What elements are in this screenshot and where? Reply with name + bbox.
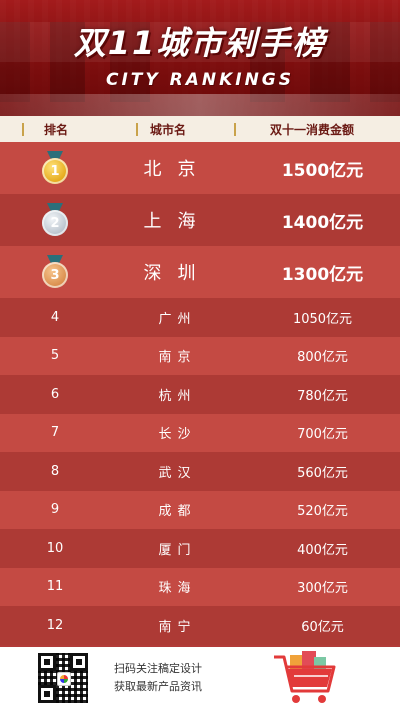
rank-cell: 12 xyxy=(46,617,64,633)
rank-cell: 9 xyxy=(50,502,60,518)
amount-cell: 400亿元 xyxy=(297,542,348,558)
city-cell: 珠海 xyxy=(158,581,197,597)
amount-cell: 60亿元 xyxy=(301,619,344,635)
amount-cell: 780亿元 xyxy=(297,388,348,404)
ranking-page: 双11城市剁手榜 CITY RANKINGS 排名 城市名 双十一消费金额 1 … xyxy=(0,0,400,711)
silver-medal-icon: 2 xyxy=(40,203,70,237)
rank-cell: 5 xyxy=(50,348,60,364)
column-amount: 双十一消费金额 xyxy=(224,121,400,138)
city-cell: 北京 xyxy=(143,159,212,180)
amount-cell: 800亿元 xyxy=(297,350,348,366)
bronze-medal-icon: 3 xyxy=(40,255,70,289)
rank-cell: 4 xyxy=(50,309,60,325)
footer-line-2: 获取最新产品资讯 xyxy=(114,680,202,693)
rank-cell: 8 xyxy=(50,463,60,479)
hero-banner: 双11城市剁手榜 CITY RANKINGS xyxy=(0,0,400,116)
table-row: 4 广州 1050亿元 xyxy=(0,298,400,337)
column-city: 城市名 xyxy=(112,121,224,138)
table-row: 2 上海 1400亿元 xyxy=(0,194,400,246)
amount-cell: 1500亿元 xyxy=(281,160,364,181)
city-cell: 深圳 xyxy=(143,263,212,284)
rank-cell: 6 xyxy=(50,386,60,402)
page-title: 双11城市剁手榜 xyxy=(73,24,327,62)
gold-medal-icon: 1 xyxy=(40,151,70,185)
rank-cell: 2 xyxy=(0,203,110,237)
city-cell: 上海 xyxy=(143,211,212,232)
table-header: 排名 城市名 双十一消费金额 xyxy=(0,116,400,142)
city-cell: 南京 xyxy=(158,350,197,366)
table-row: 5 南京 800亿元 xyxy=(0,336,400,375)
footer: 扫码关注稿定设计 获取最新产品资讯 xyxy=(0,647,400,711)
column-rank: 排名 xyxy=(0,121,112,138)
table-row: 12 南宁 60亿元 xyxy=(0,606,400,645)
amount-cell: 1300亿元 xyxy=(281,264,364,285)
city-cell: 成都 xyxy=(158,504,197,520)
footer-line-1: 扫码关注稿定设计 xyxy=(114,662,202,675)
rank-cell: 1 xyxy=(0,151,110,185)
table-row: 10 厦门 400亿元 xyxy=(0,529,400,568)
page-subtitle: CITY RANKINGS xyxy=(105,70,295,90)
city-cell: 长沙 xyxy=(158,427,197,443)
amount-cell: 1400亿元 xyxy=(281,212,364,233)
amount-cell: 700亿元 xyxy=(297,427,348,443)
rank-cell: 3 xyxy=(0,255,110,289)
city-cell: 武汉 xyxy=(158,465,197,481)
table-row: 7 长沙 700亿元 xyxy=(0,413,400,452)
rank-cell: 11 xyxy=(46,579,64,595)
table-row: 8 武汉 560亿元 xyxy=(0,452,400,491)
city-cell: 厦门 xyxy=(158,542,197,558)
amount-cell: 560亿元 xyxy=(297,465,348,481)
rank-cell: 7 xyxy=(50,425,60,441)
city-cell: 南宁 xyxy=(158,619,197,635)
amount-cell: 300亿元 xyxy=(297,581,348,597)
table-row: 9 成都 520亿元 xyxy=(0,490,400,529)
road-light xyxy=(0,94,400,116)
qr-code-icon[interactable] xyxy=(38,653,88,703)
shopping-cart-icon xyxy=(274,651,336,703)
footer-text: 扫码关注稿定设计 获取最新产品资讯 xyxy=(114,660,202,696)
table-row: 6 杭州 780亿元 xyxy=(0,375,400,414)
ranking-table: 1 北京 1500亿元 2 上海 1400亿元 3 深圳 1300亿元 4 广州… xyxy=(0,142,400,645)
city-cell: 杭州 xyxy=(158,388,197,404)
amount-cell: 1050亿元 xyxy=(292,311,353,327)
table-row: 1 北京 1500亿元 xyxy=(0,142,400,194)
amount-cell: 520亿元 xyxy=(297,504,348,520)
table-row: 3 深圳 1300亿元 xyxy=(0,246,400,298)
city-cell: 广州 xyxy=(158,311,197,327)
rank-cell: 10 xyxy=(46,540,64,556)
table-row: 11 珠海 300亿元 xyxy=(0,567,400,606)
